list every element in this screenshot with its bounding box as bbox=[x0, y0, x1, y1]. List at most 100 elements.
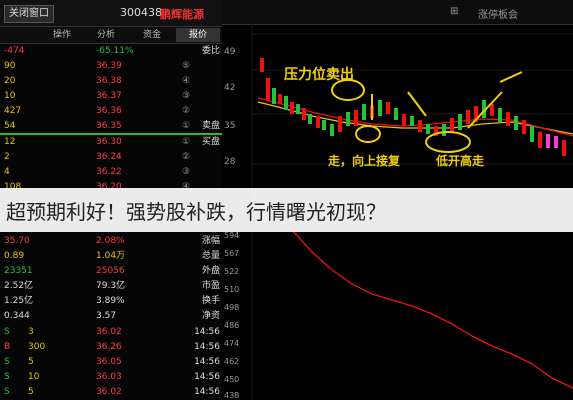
tick-time: 14:56 bbox=[194, 387, 220, 397]
tick-price: 36.26 bbox=[96, 342, 122, 352]
ask-volume: 10 bbox=[4, 91, 16, 101]
candle bbox=[278, 94, 282, 104]
order-diff-value: -474 bbox=[4, 46, 25, 56]
tick-price: 36.03 bbox=[96, 372, 122, 382]
annotation-top: 压力位卖出 bbox=[284, 67, 354, 83]
ask-row: 20 36.38 ④ bbox=[0, 74, 222, 89]
tick-time: 14:56 bbox=[194, 372, 220, 382]
tick-price: 36.02 bbox=[96, 387, 122, 397]
ask-volume: 427 bbox=[4, 106, 22, 116]
candle bbox=[272, 88, 276, 104]
annotation-bottom-left: 走，向上接复 bbox=[328, 154, 401, 168]
stats-row: 2.52亿 79.3亿 市盈 bbox=[0, 279, 222, 294]
candle bbox=[322, 120, 326, 130]
candle bbox=[316, 116, 320, 128]
tick-flag: S bbox=[4, 387, 10, 397]
tick-price: 36.05 bbox=[96, 357, 122, 367]
stat-value: 1.04万 bbox=[96, 251, 126, 261]
y-axis-label: 35 bbox=[224, 121, 235, 131]
candle bbox=[266, 78, 270, 100]
quote-topbar: 关闭窗口 300438 鹏辉能源 bbox=[0, 0, 222, 27]
tick-row: S 5 36.05 14:56 bbox=[0, 355, 222, 370]
candle bbox=[490, 104, 494, 116]
bid-label: 买盘 bbox=[201, 137, 220, 147]
ask-row: 90 36.39 ⑤ bbox=[0, 59, 222, 74]
candle bbox=[458, 114, 462, 130]
tick-row: S 5 36.02 14:56 bbox=[0, 385, 222, 400]
ask-row: 10 36.37 ③ bbox=[0, 89, 222, 104]
stat-label: 总量 bbox=[201, 251, 220, 261]
candle bbox=[562, 140, 566, 156]
tick-volume: 5 bbox=[28, 357, 34, 367]
candle bbox=[378, 100, 382, 116]
candle bbox=[450, 118, 454, 132]
candle bbox=[402, 114, 406, 126]
y-axis-label: 567 bbox=[224, 249, 239, 258]
candle bbox=[426, 124, 430, 134]
tick-volume: 300 bbox=[28, 342, 46, 352]
tab-quote[interactable]: 报价 bbox=[176, 28, 220, 42]
ask-index-icon: ④ bbox=[181, 76, 191, 86]
candle bbox=[308, 114, 312, 124]
stats-row: 23351 25056 外盘 bbox=[0, 264, 222, 279]
highlight-ellipse bbox=[355, 125, 381, 143]
candle bbox=[442, 124, 446, 136]
stat-label: 换手 bbox=[201, 296, 220, 306]
candle bbox=[418, 120, 422, 132]
candle bbox=[554, 136, 558, 148]
bid-index-icon: ② bbox=[181, 152, 191, 162]
y-axis-label: 49 bbox=[224, 47, 236, 57]
orderbook-header: -474 -65.11% 委比 bbox=[0, 44, 222, 59]
candle bbox=[386, 102, 390, 114]
ask-index-icon: ② bbox=[181, 106, 191, 116]
annotation-arrow bbox=[407, 91, 427, 117]
tick-flag: B bbox=[4, 342, 11, 352]
ask-price: 36.35 bbox=[96, 121, 122, 131]
candle bbox=[260, 58, 264, 72]
chart-menu-icon[interactable]: ⊞ bbox=[450, 6, 458, 17]
y-axis-label: 462 bbox=[224, 357, 239, 366]
candle bbox=[296, 104, 300, 114]
y-axis-label: 42 bbox=[224, 83, 235, 93]
stats-row: 0.344 3.57 净资 bbox=[0, 309, 222, 324]
candle bbox=[330, 124, 334, 136]
tab-analysis[interactable]: 分析 bbox=[84, 28, 128, 42]
stat-value: 3.89% bbox=[96, 296, 125, 306]
stat-value: 0.344 bbox=[4, 311, 30, 321]
stat-label: 外盘 bbox=[201, 266, 220, 276]
candle bbox=[346, 112, 350, 126]
stat-value: 25056 bbox=[96, 266, 125, 276]
candle bbox=[410, 116, 414, 126]
stock-name: 鹏辉能源 bbox=[160, 8, 204, 21]
tick-time: 14:56 bbox=[194, 327, 220, 337]
candle bbox=[506, 112, 510, 126]
y-axis-label: 474 bbox=[224, 339, 239, 348]
bid-index-icon: ① bbox=[181, 137, 191, 147]
stat-label: 涨幅 bbox=[201, 236, 220, 246]
annotation-arrow bbox=[499, 71, 523, 83]
stat-value: 2.08% bbox=[96, 236, 125, 246]
bid-volume: 12 bbox=[4, 137, 16, 147]
candle bbox=[284, 96, 288, 110]
stat-value: 3.57 bbox=[96, 311, 117, 321]
y-axis-label: 450 bbox=[224, 375, 239, 384]
tick-time: 14:56 bbox=[194, 357, 220, 367]
tick-flag: S bbox=[4, 327, 10, 337]
tab-operate[interactable]: 操作 bbox=[40, 28, 84, 42]
candle bbox=[354, 110, 358, 126]
annotation-bottom-right: 低开高走 bbox=[436, 154, 485, 168]
y-axis-label: 498 bbox=[224, 303, 239, 312]
ask-index-icon: ⑤ bbox=[181, 61, 191, 71]
tab-funds[interactable]: 资金 bbox=[130, 28, 174, 42]
stat-value: 35.70 bbox=[4, 236, 30, 246]
close-window-button[interactable]: 关闭窗口 bbox=[4, 5, 54, 23]
highlight-ellipse bbox=[425, 131, 471, 153]
candle bbox=[394, 108, 398, 120]
tick-time: 14:56 bbox=[194, 342, 220, 352]
chart-topbar: ⊞ 涨停板会 bbox=[222, 0, 573, 25]
y-axis-label: 522 bbox=[224, 267, 239, 276]
y-axis-label: 28 bbox=[224, 157, 236, 167]
tick-row: S 10 36.03 14:56 bbox=[0, 370, 222, 385]
chart-title: 涨停板会 bbox=[478, 10, 518, 21]
y-axis-label: 438 bbox=[224, 391, 239, 400]
